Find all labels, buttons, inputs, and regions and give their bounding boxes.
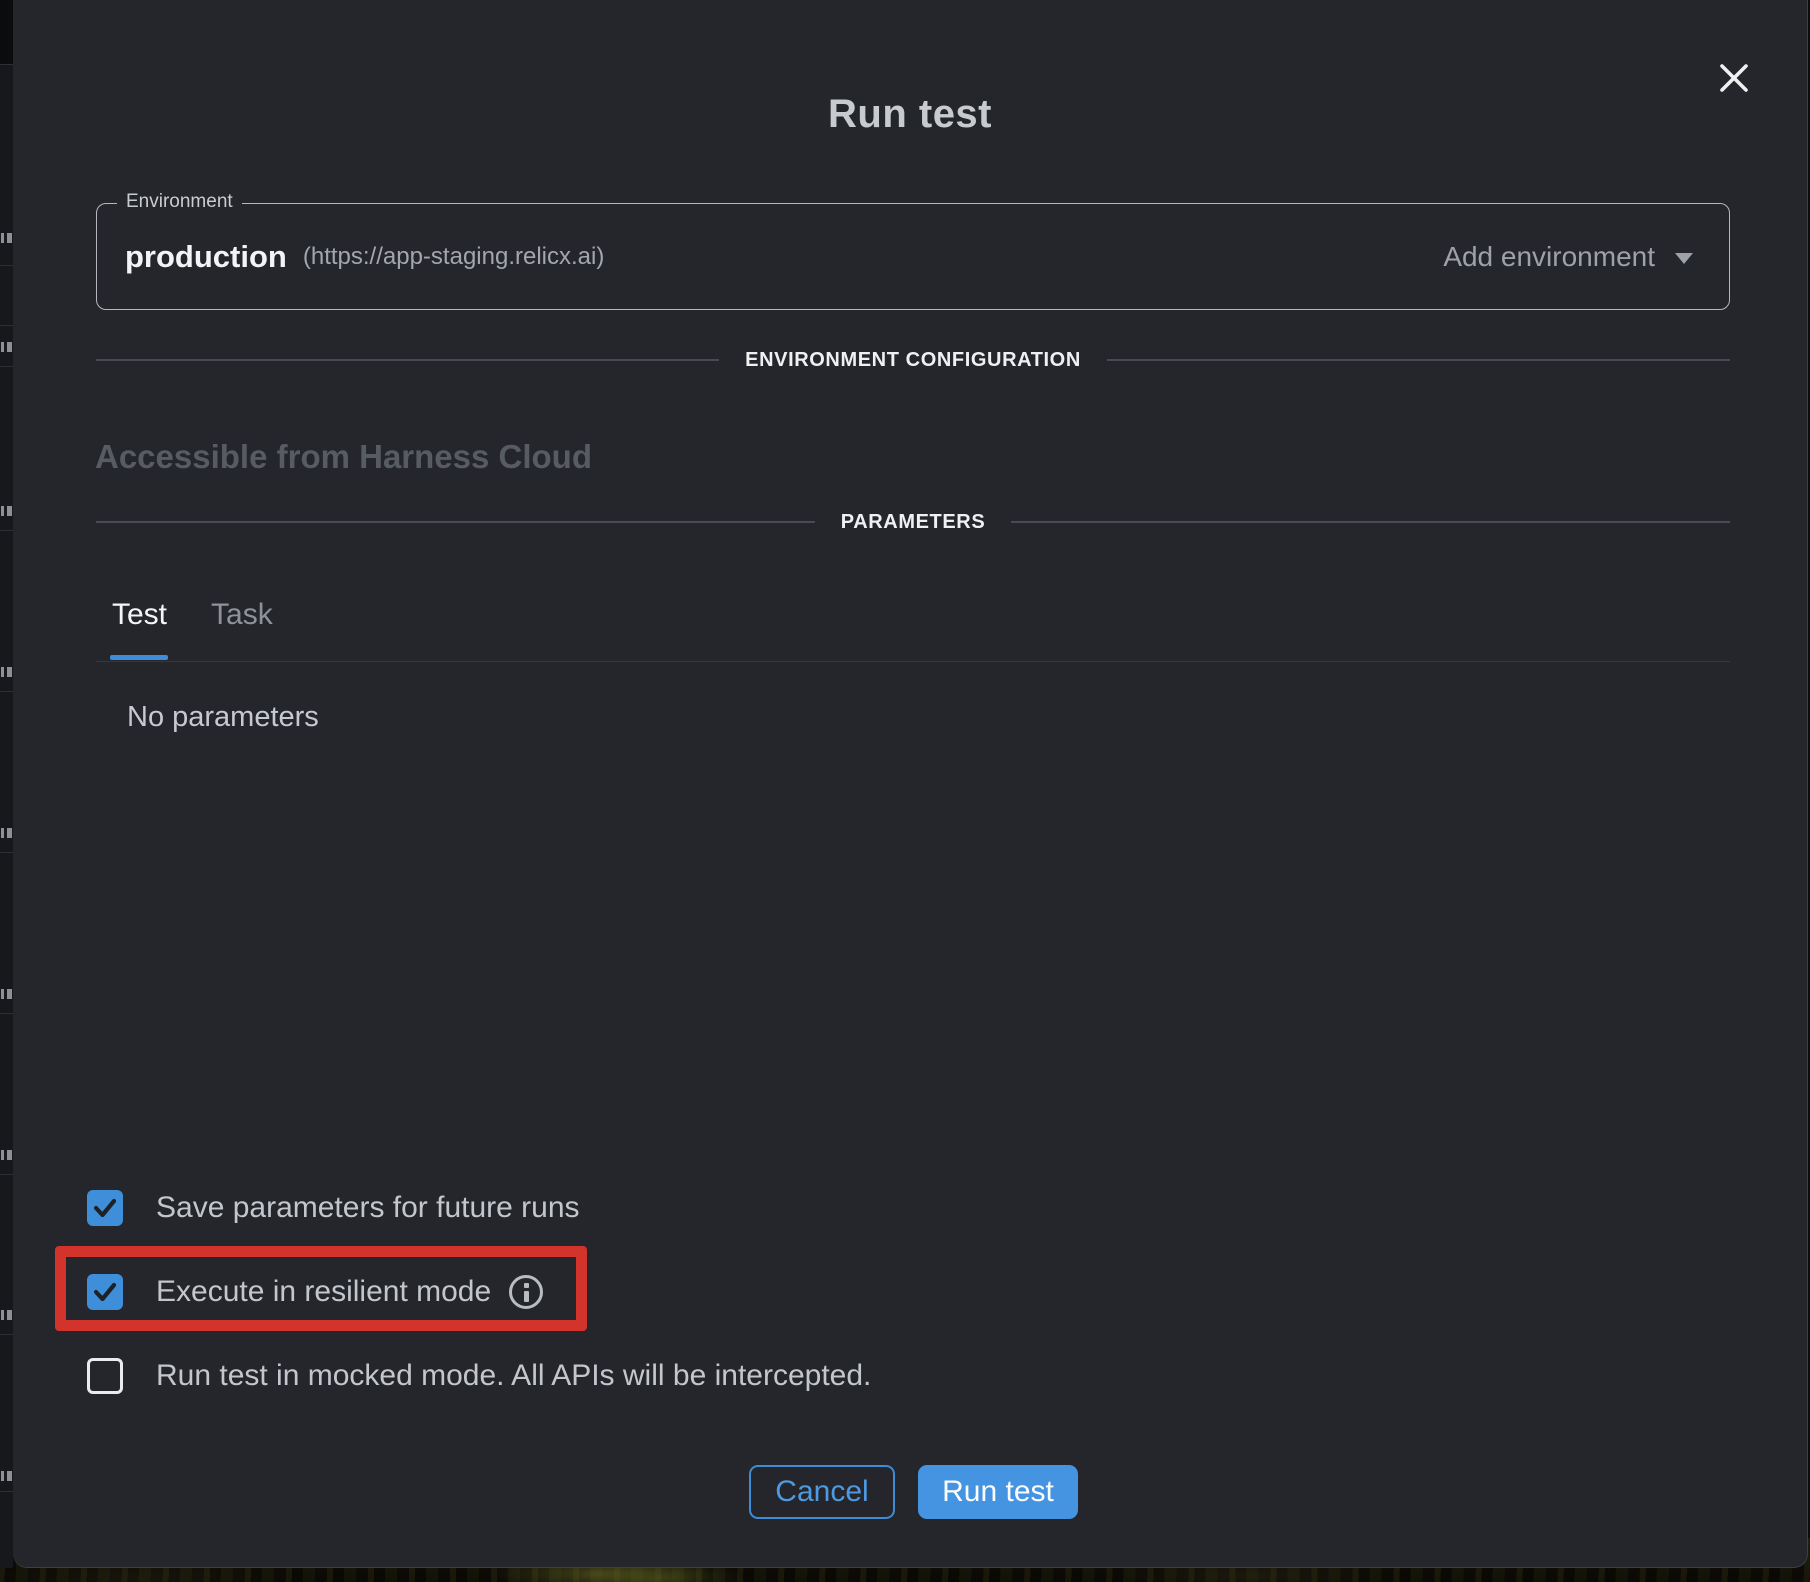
accessibility-note: Accessible from Harness Cloud (95, 438, 592, 476)
checkbox-mocked-mode[interactable] (87, 1358, 123, 1394)
option-label: Run test in mocked mode. All APIs will b… (156, 1359, 871, 1393)
environment-legend: Environment (117, 191, 242, 213)
dialog-title: Run test (13, 92, 1807, 137)
parameters-tabs: Test Task (112, 598, 273, 632)
option-label: Save parameters for future runs (156, 1191, 580, 1225)
checkbox-resilient-mode[interactable] (87, 1274, 123, 1310)
tab-task[interactable]: Task (211, 598, 273, 632)
environment-select[interactable]: production (https://app-staging.relicx.a… (96, 203, 1730, 310)
add-environment-label: Add environment (1443, 241, 1655, 273)
chevron-down-icon (1675, 253, 1693, 264)
cancel-button[interactable]: Cancel (749, 1465, 895, 1519)
parameters-label: PARAMETERS (815, 511, 1012, 534)
dialog-actions: Cancel Run test (749, 1465, 1078, 1519)
option-label: Execute in resilient mode (156, 1275, 491, 1309)
no-parameters-text: No parameters (127, 701, 319, 734)
add-environment-button[interactable]: Add environment (1443, 241, 1693, 273)
check-icon (91, 1194, 119, 1222)
active-tab-indicator (110, 655, 168, 660)
info-icon[interactable] (509, 1275, 543, 1309)
run-test-dialog: Run test Environment production (https:/… (13, 0, 1808, 1568)
option-save-parameters: Save parameters for future runs (87, 1188, 580, 1228)
environment-name: production (125, 239, 287, 275)
screen: Run test Environment production (https:/… (0, 0, 1810, 1582)
checkbox-save-parameters[interactable] (87, 1190, 123, 1226)
environment-configuration-label: ENVIRONMENT CONFIGURATION (719, 349, 1107, 372)
check-icon (91, 1278, 119, 1306)
environment-url: (https://app-staging.relicx.ai) (303, 243, 604, 271)
run-test-button[interactable]: Run test (918, 1465, 1078, 1519)
option-resilient-mode: Execute in resilient mode (87, 1272, 543, 1312)
underlying-page-edge (0, 0, 13, 1568)
tabs-baseline (96, 661, 1730, 662)
tab-test[interactable]: Test (112, 598, 167, 632)
parameters-divider: PARAMETERS (96, 509, 1730, 535)
underlying-header-edge (0, 0, 13, 64)
environment-configuration-divider: ENVIRONMENT CONFIGURATION (96, 347, 1730, 373)
close-icon[interactable] (1712, 56, 1756, 100)
option-mocked-mode: Run test in mocked mode. All APIs will b… (87, 1356, 871, 1396)
